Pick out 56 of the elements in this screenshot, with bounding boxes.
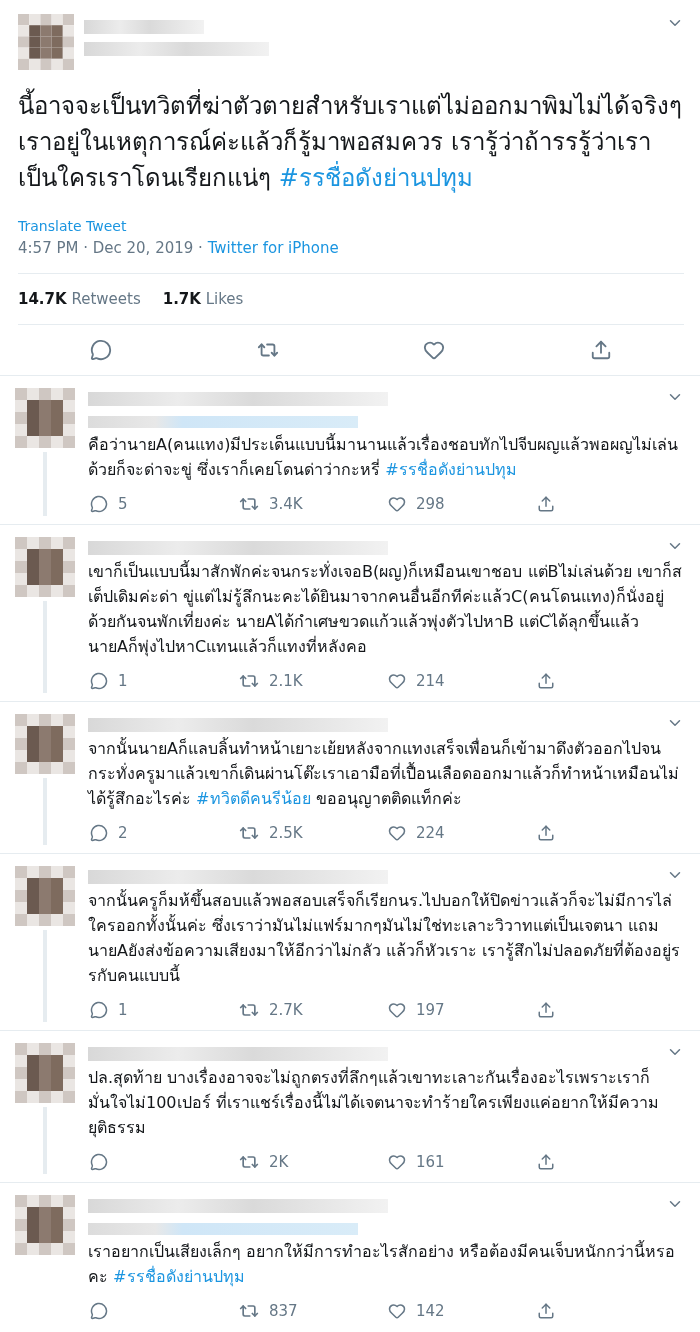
source-link[interactable]: Twitter for iPhone — [207, 239, 339, 257]
stat-text[interactable]: 14.7K Retweets — [18, 290, 141, 308]
avatar-drawing — [15, 1195, 75, 1255]
like-button[interactable]: 224 — [386, 821, 447, 845]
reply-button[interactable]: 5 — [88, 492, 130, 516]
like-button[interactable]: 161 — [386, 1150, 447, 1174]
stat-text[interactable]: 1.7K Likes — [162, 290, 244, 308]
avatar-drawing — [15, 537, 75, 597]
like-icon — [388, 1001, 406, 1019]
avatar-drawing — [15, 388, 75, 448]
reply-text: เราอยากเป็นเสียงเล็กๆ อยากให้มีการทำอะไรสักอย่าง หรือต้องมีคนเจ็บหนักกว่านี้หรอคะ #รรชื่อดังย่านปทุม — [88, 1239, 677, 1289]
share-icon — [537, 495, 555, 513]
retweet-button[interactable]: 2K — [237, 1150, 291, 1174]
reply-icon — [90, 1001, 108, 1019]
reply-text: ปล.สุดท้าย บางเรื่องอาจจะไม่ถูกตรงที่ลึกๆแล้วเขาทะเลาะกันเรื่องอะไรเพราะเราก็มั่นใจไม่100เปอร์ ที่เราแชร์เรื่องนี้ไม่ได้เจตนาจะทำร้ายใครเพียงแค่อยากให้มีความยุติธรรม — [88, 1066, 660, 1140]
avatar-drawing — [18, 14, 74, 70]
retweet-button[interactable]: 2.7K — [237, 998, 305, 1022]
tweet-text: นี้อาจจะเป็นทวิตที่ฆ่าตัวตายสำหรับเราแต่ไม่ออกมาพิมไม่ได้จริงๆ เราอยู่ในเหตุการณ์ค่ะแล้วก็รู้มาพอสมควร เรารู้ว่าถ้ารรรู้ว่าเราเป็นใครเราโดนเรียกแน่ๆ #รรชื่อดังย่านปทุม — [18, 88, 684, 196]
reply-button[interactable]: 1 — [88, 998, 130, 1022]
reply-text: คือว่านายA(คนแทง)มีประเด็นแบบนี้มานานแล้วเรื่องชอบทักไปจีบผญแล้วพอผญไม่เล่นด้วยก็จะด่าจะขู่ ซึ่งเราก็เคยโดนด่าว่ากะหรี่ #รรชื่อดังย่านปทุม — [88, 432, 680, 482]
retweet-button[interactable]: 837 — [237, 1299, 300, 1323]
like-button[interactable]: 298 — [386, 492, 447, 516]
reply-icon — [90, 1302, 108, 1320]
reply-icon — [90, 1153, 108, 1171]
retweet-button[interactable]: 2.5K — [237, 821, 305, 845]
like-icon — [388, 1302, 406, 1320]
retweet-button[interactable]: 2.1K — [237, 669, 305, 693]
reply-icon — [90, 824, 108, 842]
timestamp: 4:57 PM · Dec 20, 2019 · — [18, 239, 204, 257]
reply-text: จากนั้นนายAก็แลบลิ้นทำหน้าเยาะเย้ยหลังจากแทงเสร็จเพื่อนก็เข้ามาดึงตัวออกไปจนกระทั่งครูมาแล้วเขาก็เดินผ่านโต๊ะเราเอามือที่เปื้อนเลือดออกมาแล้วก็ทำหน้าเหมือนไม่ได้รู้สึกอะไรค่ะ #ทวิตดีคนรีน้อย ขออนุญาตติดแท็กค่ะ — [88, 736, 680, 811]
like-icon — [388, 672, 406, 690]
reply-button[interactable]: 1 — [88, 669, 130, 693]
like-icon — [388, 824, 406, 842]
reply-icon — [90, 672, 108, 690]
share-icon — [537, 1001, 555, 1019]
reply-text: เขาก็เป็นแบบนี้มาสักพักค่ะจนกระทั่งเจอB(ผญ)ก็เหมือนเขาชอบ แต่Bไม่เล่นด้วย เขาก็สเต็ปเดิมค่ะด่า ขู่แต่ไม่รู้ลึกนะคะได้ยินมาจากคนอื่นอีกทีค่ะแล้วC(คนโดนแทง)ก็นั่งอยู่ด้วยกันจนพักเที่ยงค่ะ นายAได้กำเศษขวดแก้วแล้วพุ่งตัวไปหาB แต่Cได้ลุกขึ้นแล้วนายAก็พุ่งไปหาCแทนแล้วก็แทงที่หลังคอ — [88, 559, 683, 659]
share-icon — [537, 672, 555, 690]
like-icon — [388, 495, 406, 513]
share-icon — [537, 1153, 555, 1171]
like-button[interactable]: 214 — [386, 669, 447, 693]
retweet-button[interactable]: 3.4K — [237, 492, 305, 516]
avatar-drawing — [15, 866, 75, 926]
reply-icon — [90, 495, 108, 513]
share-icon[interactable] — [589, 339, 612, 361]
avatar-drawing — [15, 1043, 75, 1103]
share-icon — [537, 824, 555, 842]
translate-link[interactable]: Translate Tweet — [18, 218, 127, 234]
like-button[interactable]: 197 — [386, 998, 447, 1022]
like-icon[interactable] — [423, 339, 446, 361]
reply-text: จากนั้นครูก็มห้ขึ้นสอบแล้วพอสอบเสร็จก็เรียกนร.ไปบอกให้ปิดข่าวแล้วก็จะไม่มีการไล่ใครออกทั้งนั้นค่ะ ซึ่งเราว่ามันไม่แฟร์มากๆมันไม่ใช่ทะเลาะวิวาทแต่เป็นเจตนา แถมนายAยังส่งข้อความเสียงมาให้อีกว่าไม่กลัว แล้วก็หัวเราะ เรารู้สึกไม่ปลอดภัยที่ต้องอยู่รรกับคนแบบนี้ — [88, 888, 682, 987]
like-button[interactable]: 142 — [386, 1299, 447, 1323]
avatar-drawing — [15, 714, 75, 774]
like-icon — [388, 1153, 406, 1171]
share-icon — [537, 1302, 555, 1320]
reply-button[interactable]: 2 — [88, 821, 130, 845]
reply-icon[interactable] — [90, 339, 113, 361]
